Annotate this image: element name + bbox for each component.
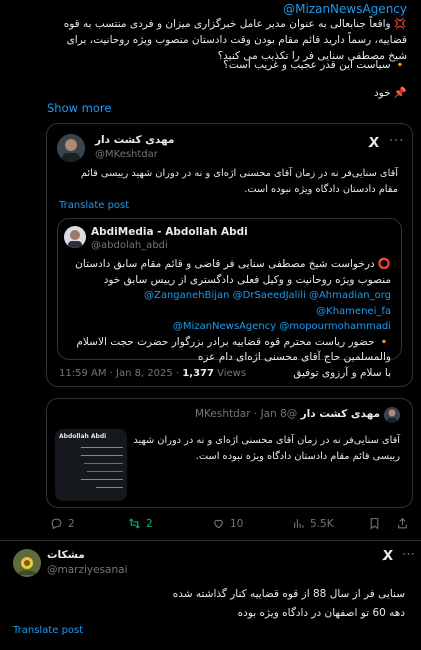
repost-icon — [129, 518, 140, 529]
avatar[interactable] — [13, 549, 41, 577]
avatar[interactable] — [57, 134, 85, 162]
reply-count: 2 — [68, 517, 75, 530]
more-options-icon[interactable]: ⋯ — [402, 547, 416, 562]
views-label: Views — [213, 368, 247, 379]
tweet-text-line: سنایی فر از سال 88 از قوه قضاییه کنار گذ… — [172, 588, 405, 600]
thumbnail-text: ━━━━━━━━━ — [95, 485, 123, 491]
author-name[interactable]: AbdiMedia - Abdollah Abdi — [91, 226, 248, 238]
tweet-text-line: 🔸 سیاست این قدر عجیب و غریب است؟ — [223, 59, 407, 71]
analytics-icon — [294, 519, 304, 528]
view-count: 1,377 — [182, 368, 214, 379]
like-button[interactable]: 10 — [212, 517, 243, 530]
tweet-timestamp[interactable]: 11:59 AM · Jan 8, 2025 · 1,377 Views — [59, 368, 246, 379]
translate-post-link[interactable]: Translate post — [59, 200, 129, 211]
separator-dot: · — [253, 408, 258, 420]
author-name[interactable]: مهدی کشت دار — [301, 408, 380, 420]
thumbnail-text: ━━━━━━━━━━━━━━ — [80, 453, 123, 459]
repost-button[interactable]: 2 — [128, 517, 153, 530]
nested-tweet-text: ⭕ درخواست شیخ مصطفی سنایی فر قاضی و قائم… — [66, 257, 391, 381]
more-options-icon[interactable]: ··· — [389, 134, 404, 149]
author-name[interactable]: مشکات — [47, 549, 85, 561]
thumbnail-title: Abdollah Abdi — [59, 433, 107, 440]
nested-quoted-tweet[interactable]: AbdiMedia - Abdollah Abdi @abdolah_abdi … — [57, 218, 402, 379]
mention-links[interactable]: @MizanNewsAgency @mopourmohammadi — [66, 319, 391, 335]
quoted-tweet-card[interactable]: مهدی کشت دار @MKeshtdar · Jan 8 آقای سنا… — [46, 398, 413, 508]
tweet-text-line: دهه 60 تو اصفهان در دادگاه ویژه بوده — [237, 607, 405, 619]
avatar[interactable] — [384, 407, 400, 423]
author-handle[interactable]: @abdolah_abdi — [91, 240, 168, 251]
quoted-tweet-header: مهدی کشت دار @MKeshtdar X̸ ··· — [57, 132, 403, 162]
bookmark-button[interactable] — [368, 517, 381, 530]
mention-links[interactable]: @ZanganehBijan @DrSaeedJalili @Ahmadian_… — [66, 288, 391, 319]
heart-icon — [214, 519, 223, 529]
tweet-date[interactable]: Jan 8 — [261, 408, 287, 420]
reply-icon — [51, 518, 62, 530]
repost-count: 2 — [146, 517, 153, 530]
tweet-text: 💢 واقعاً جنابعالی به عنوان مدیر عامل خبر… — [63, 18, 407, 62]
thumbnail-text: ━━━━━━━━━━━━ — [86, 469, 123, 475]
views-button[interactable]: 5.5K — [292, 517, 334, 530]
quoted-tweet-text: آقای سنایی‌فر نه در زمان آقای محسنی اژه‌… — [80, 168, 398, 195]
quoted-tweet-card[interactable]: مهدی کشت دار @MKeshtdar X̸ ··· آقای سنای… — [46, 123, 413, 387]
show-more-link[interactable]: Show more — [47, 101, 111, 115]
views-count: 5.5K — [310, 517, 334, 530]
author-handle[interactable]: @MKeshtdar — [95, 149, 158, 160]
thumbnail-text: ━━━━━━━━━━━━━━ — [80, 445, 123, 451]
author-name[interactable]: مهدی کشت دار — [95, 134, 174, 146]
grok-icon[interactable]: X̸ — [383, 549, 393, 564]
quoted-tweet-text: آقای سنایی‌فر نه در زمان آقای محسنی اژه‌… — [133, 435, 400, 462]
previous-tweet: @MizanNewsAgency 💢 واقعاً جنابعالی به عن… — [0, 0, 421, 122]
thumbnail-text: ━━━━━━━━━━━━━ — [83, 461, 123, 467]
quoted-tweet-header: مهدی کشت دار @MKeshtdar · Jan 8 — [195, 408, 380, 420]
tweet-text: سنایی فر از سال 88 از قوه قضاییه کنار گذ… — [60, 585, 405, 623]
share-icon — [398, 517, 407, 529]
reply-tweet[interactable]: مشکات @marziyesanai X̸ ⋯ سنایی فر از سال… — [0, 541, 421, 650]
timestamp[interactable]: 11:59 AM · Jan 8, 2025 · — [59, 368, 182, 379]
share-button[interactable] — [396, 517, 409, 530]
like-count: 10 — [230, 517, 244, 530]
grok-icon[interactable]: X̸ — [369, 136, 379, 151]
tweet-actions: 2 2 10 5.5K — [46, 517, 413, 535]
author-handle[interactable]: @marziyesanai — [47, 564, 128, 576]
reply-button[interactable]: 2 — [50, 517, 75, 530]
media-thumbnail[interactable]: Abdollah Abdi ━━━━━━━━━━━━━━ ━━━━━━━━━━━… — [55, 429, 127, 501]
nested-tweet-line: ⭕ درخواست شیخ مصطفی سنایی فر قاضی و قائم… — [75, 258, 391, 286]
nested-tweet-line: 🔸 حضور ریاست محترم قوه قضاییه برادر بزرگ… — [76, 335, 391, 364]
translate-post-link[interactable]: Translate post — [13, 625, 83, 636]
tweet-text-line: 📌 خود — [373, 87, 407, 99]
bookmark-icon — [370, 518, 379, 530]
mention-link[interactable]: @MizanNewsAgency — [283, 2, 407, 16]
thumbnail-text: ━━━━━━━━━━━━━━ — [80, 477, 123, 483]
avatar[interactable] — [64, 226, 86, 248]
